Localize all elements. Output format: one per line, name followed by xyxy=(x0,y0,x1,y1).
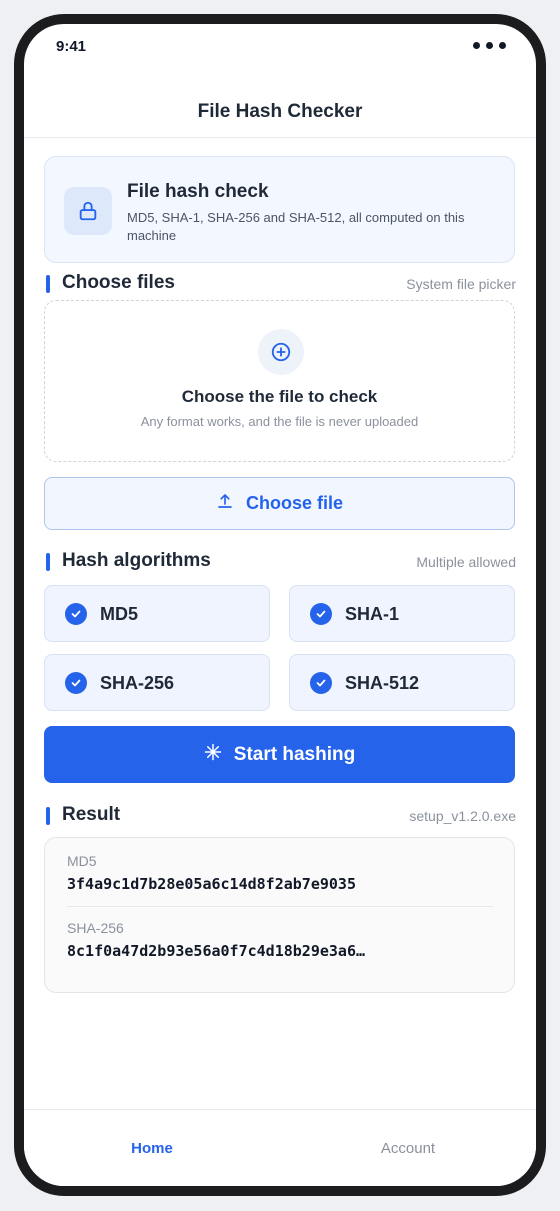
algorithm-sha256-checkbox[interactable]: SHA-256 xyxy=(44,654,270,711)
status-time: 9:41 xyxy=(56,38,87,55)
section-title: Hash algorithms xyxy=(62,550,211,571)
lock-icon xyxy=(64,187,112,235)
tab-home[interactable]: Home xyxy=(24,1140,280,1157)
check-icon xyxy=(310,672,332,694)
choose-file-label: Choose file xyxy=(245,493,343,513)
result-hash-value[interactable]: 8c1f0a47d2b93e56a0f7c4d18b29e3a6… xyxy=(67,942,365,960)
section-accent-bar xyxy=(46,553,50,571)
algorithm-label: MD5 xyxy=(100,604,139,624)
app-header: File Hash Checker xyxy=(24,74,536,138)
sparkle-icon xyxy=(204,743,222,766)
algorithm-md5-checkbox[interactable]: MD5 xyxy=(44,585,270,642)
algorithm-sha512-checkbox[interactable]: SHA-512 xyxy=(289,654,515,711)
check-icon xyxy=(65,603,87,625)
result-header: Result setup_v1.2.0.exe xyxy=(44,804,516,828)
dropzone-title: Choose the file to check xyxy=(181,387,378,406)
page-title: File Hash Checker xyxy=(197,100,363,122)
result-algorithm-label: SHA-256 xyxy=(67,920,124,936)
algorithm-label: SHA-1 xyxy=(345,604,400,624)
intro-description: MD5, SHA-1, SHA-256 and SHA-512, all com… xyxy=(127,210,465,243)
hash-algorithms-header: Hash algorithms Multiple allowed xyxy=(44,550,516,574)
choose-files-header: Choose files System file picker xyxy=(44,272,516,296)
start-hashing-button[interactable]: Start hashing xyxy=(44,726,515,783)
upload-icon xyxy=(216,492,234,515)
tab-account[interactable]: Account xyxy=(280,1140,536,1157)
section-hint: Multiple allowed xyxy=(416,554,516,570)
result-algorithm-label: MD5 xyxy=(67,853,97,869)
result-card: MD5 3f4a9c1d7b28e05a6c14d8f2ab7e9035 SHA… xyxy=(44,837,515,993)
section-title: Result xyxy=(62,804,121,825)
dropzone-subtitle: Any format works, and the file is never … xyxy=(140,414,419,429)
result-filename: setup_v1.2.0.exe xyxy=(409,808,516,824)
result-hash-value[interactable]: 3f4a9c1d7b28e05a6c14d8f2ab7e9035 xyxy=(67,875,356,893)
start-hashing-label: Start hashing xyxy=(233,743,356,765)
divider xyxy=(67,906,493,907)
bottom-tab-bar: Home Account xyxy=(24,1109,536,1186)
phone-frame: 9:41 File Hash Checker File hash check M… xyxy=(14,14,546,1196)
check-icon xyxy=(310,603,332,625)
algorithm-label: SHA-512 xyxy=(345,673,420,693)
intro-title: File hash check xyxy=(127,181,269,202)
section-accent-bar xyxy=(46,275,50,293)
section-hint: System file picker xyxy=(406,276,516,292)
file-dropzone[interactable]: Choose the file to check Any format work… xyxy=(44,300,515,462)
section-title: Choose files xyxy=(62,272,175,293)
choose-file-button[interactable]: Choose file xyxy=(44,477,515,530)
intro-card: File hash check MD5, SHA-1, SHA-256 and … xyxy=(44,156,515,263)
plus-circle-icon xyxy=(258,329,304,375)
app-screen: 9:41 File Hash Checker File hash check M… xyxy=(24,24,536,1186)
check-icon xyxy=(65,672,87,694)
status-bar: 9:41 xyxy=(24,24,536,74)
more-dots-icon[interactable] xyxy=(473,42,506,49)
algorithm-sha1-checkbox[interactable]: SHA-1 xyxy=(289,585,515,642)
algorithm-label: SHA-256 xyxy=(100,673,175,693)
section-accent-bar xyxy=(46,807,50,825)
